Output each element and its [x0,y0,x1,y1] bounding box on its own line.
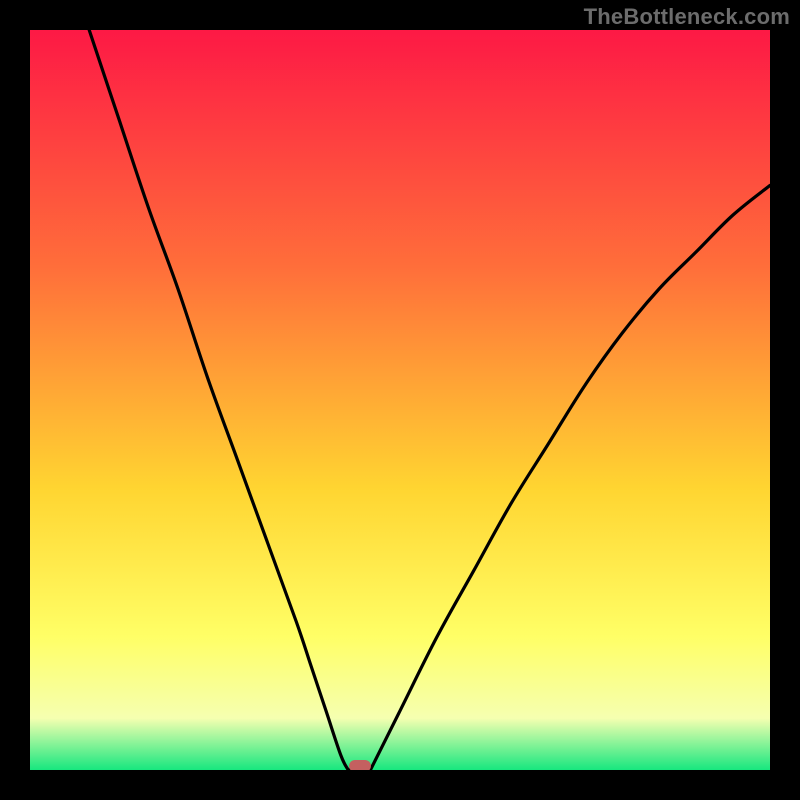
outer-frame: TheBottleneck.com [0,0,800,800]
bottleneck-marker [349,760,371,770]
chart-svg [30,30,770,770]
plot-area [30,30,770,770]
heat-gradient-bg [30,30,770,770]
watermark-text: TheBottleneck.com [584,4,790,30]
